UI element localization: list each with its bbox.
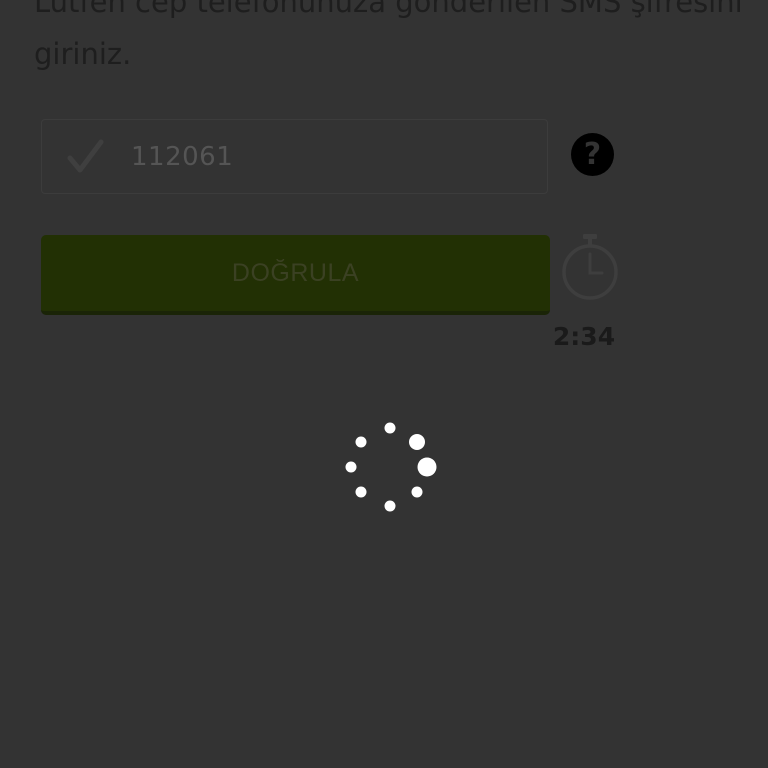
spinner-dot xyxy=(409,434,425,450)
verify-button-label: DOĞRULA xyxy=(231,259,360,287)
help-glyph: ? xyxy=(583,137,602,172)
sms-code-value[interactable]: 112061 xyxy=(131,120,233,195)
spinner-dot xyxy=(355,486,367,498)
checkmark-icon xyxy=(67,139,104,173)
instruction-text: Lütfen cep telefonunuza gönderilen SMS ş… xyxy=(34,0,744,80)
sms-code-field[interactable]: 112061 xyxy=(41,119,548,194)
spinner-dot xyxy=(345,461,357,473)
countdown-timer: 2:34 xyxy=(552,322,616,351)
spinner-dot xyxy=(384,422,396,434)
instruction-line-1: Lütfen cep telefonunuza gönderilen SMS ş… xyxy=(34,0,743,19)
spinner-dot xyxy=(411,486,423,498)
question-circle-icon[interactable]: ? xyxy=(571,133,614,176)
spinner-icon xyxy=(345,422,437,512)
spinner-dot xyxy=(417,457,437,477)
spinner-dot xyxy=(384,500,396,512)
spinner-dot xyxy=(355,436,367,448)
sms-verification-screen: Lütfen cep telefonunuza gönderilen SMS ş… xyxy=(0,0,768,768)
stopwatch-icon xyxy=(562,234,618,300)
instruction-line-2: giriniz. xyxy=(34,37,132,71)
verify-button[interactable]: DOĞRULA xyxy=(41,235,550,315)
